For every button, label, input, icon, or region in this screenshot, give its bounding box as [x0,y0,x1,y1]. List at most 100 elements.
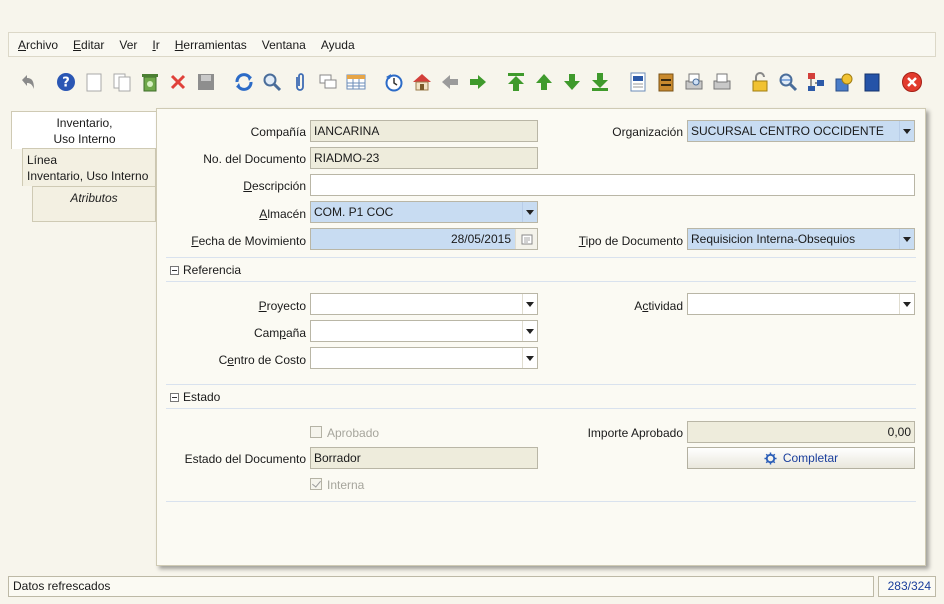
refresh-icon[interactable] [232,70,256,94]
print-preview-icon[interactable] [682,70,706,94]
next-record-icon[interactable] [560,70,584,94]
tab-label-line1: Línea [27,153,58,167]
descripcion-field[interactable] [310,174,915,196]
chevron-down-icon[interactable] [522,321,537,341]
organizacion-label: Organización [612,125,683,139]
title-strip [0,0,944,30]
estado-documento-label: Estado del Documento [184,452,306,466]
previous-record-icon[interactable] [532,70,556,94]
aprobado-checkbox[interactable] [310,426,322,438]
status-message: Datos refrescados [8,576,874,597]
compania-label: Compañía [250,125,306,139]
window-icon[interactable] [860,70,884,94]
menu-ventana[interactable]: Ventana [262,38,306,52]
tab-label-line2: Uso Interno [53,132,116,146]
menu-editar[interactable]: Editar [73,38,104,52]
tab-atributos[interactable]: Atributos [32,186,156,222]
divider [166,281,916,282]
grid-toggle-icon[interactable] [344,70,368,94]
divider [166,501,916,502]
menu-archivo[interactable]: Archivo [18,38,58,52]
almacen-label: Almacén [259,207,306,221]
status-bar: Datos refrescados 283/324 [8,576,936,597]
fecha-value: 28/05/2015 [450,232,511,246]
tab-label-line2: Inventario, Uso Interno [27,169,149,183]
chat-icon[interactable] [316,70,340,94]
gear-icon [764,451,777,465]
campana-select[interactable] [310,320,538,342]
aprobado-label: Aprobado [327,426,380,440]
menu-herramientas[interactable]: Herramientas [175,38,247,52]
copy-icon[interactable] [110,70,134,94]
nodoc-label: No. del Documento [203,152,306,166]
chevron-down-icon[interactable] [522,202,537,222]
interna-checkbox[interactable] [310,478,322,490]
nodoc-field[interactable]: RIADMO-23 [310,147,538,169]
proyecto-label: Proyecto [258,299,306,313]
record-counter[interactable]: 283/324 [878,576,936,597]
chevron-down-icon[interactable] [899,121,914,141]
back-icon[interactable] [438,70,462,94]
estado-documento-field[interactable]: Borrador [310,447,538,469]
archive-icon[interactable] [654,70,678,94]
collapse-icon[interactable] [170,392,179,402]
chevron-down-icon[interactable] [899,229,914,249]
chevron-down-icon[interactable] [522,348,537,368]
menu-ver[interactable]: Ver [119,38,137,52]
divider [166,257,916,258]
chevron-down-icon[interactable] [899,294,914,314]
proyecto-select[interactable] [310,293,538,315]
fecha-field[interactable]: 28/05/2015 [310,228,538,250]
find-icon[interactable] [260,70,284,94]
tipodoc-select[interactable]: Requisicion Interna-Obsequios [687,228,915,250]
completar-button[interactable]: Completar [687,447,915,469]
descripcion-label: Descripción [243,179,306,193]
actividad-select[interactable] [687,293,915,315]
divider [166,408,916,409]
completar-label: Completar [782,451,839,465]
chevron-down-icon[interactable] [522,294,537,314]
calendar-icon[interactable] [515,229,537,249]
importe-aprobado-label: Importe Aprobado [587,426,683,440]
organizacion-select[interactable]: SUCURSAL CENTRO OCCIDENTE [687,120,915,142]
first-record-icon[interactable] [504,70,528,94]
lock-icon[interactable] [748,70,772,94]
menu-ir[interactable]: Ir [152,38,159,52]
workflow-icon[interactable] [804,70,828,94]
tab-linea[interactable]: Línea Inventario, Uso Interno [22,148,156,186]
product-info-icon[interactable] [832,70,856,94]
almacen-select[interactable]: COM. P1 COC [310,201,538,223]
zoom-across-icon[interactable] [776,70,800,94]
undo-icon[interactable] [16,70,40,94]
tipodoc-value: Requisicion Interna-Obsequios [691,232,856,246]
collapse-icon[interactable] [170,265,179,275]
centro-costo-label: Centro de Costo [218,353,306,367]
save-icon[interactable] [194,70,218,94]
compania-field[interactable]: IANCARINA [310,120,538,142]
tab-label: Atributos [70,191,118,205]
close-icon[interactable] [900,70,924,94]
actividad-label: Actividad [634,299,683,313]
new-icon[interactable] [82,70,106,94]
fecha-label: Fecha de Movimiento [191,234,306,248]
attachment-icon[interactable] [288,70,312,94]
history-icon[interactable] [382,70,406,94]
delete-icon[interactable] [166,70,190,94]
divider [166,384,916,385]
tab-inventario-uso-interno[interactable]: Inventario, Uso Interno [11,111,157,149]
help-icon[interactable]: ? [54,70,78,94]
centro-costo-select[interactable] [310,347,538,369]
forward-icon[interactable] [466,70,490,94]
home-icon[interactable] [410,70,434,94]
referencia-section-header[interactable]: Referencia [170,263,241,277]
last-record-icon[interactable] [588,70,612,94]
importe-aprobado-field[interactable]: 0,00 [687,421,915,443]
print-icon[interactable] [710,70,734,94]
delete-record-icon[interactable] [138,70,162,94]
report-icon[interactable] [626,70,650,94]
estado-title: Estado [183,390,221,404]
estado-section-header[interactable]: Estado [170,390,220,404]
referencia-title: Referencia [183,263,242,277]
menu-ayuda[interactable]: Ayuda [321,38,355,52]
organizacion-value: SUCURSAL CENTRO OCCIDENTE [691,124,884,138]
